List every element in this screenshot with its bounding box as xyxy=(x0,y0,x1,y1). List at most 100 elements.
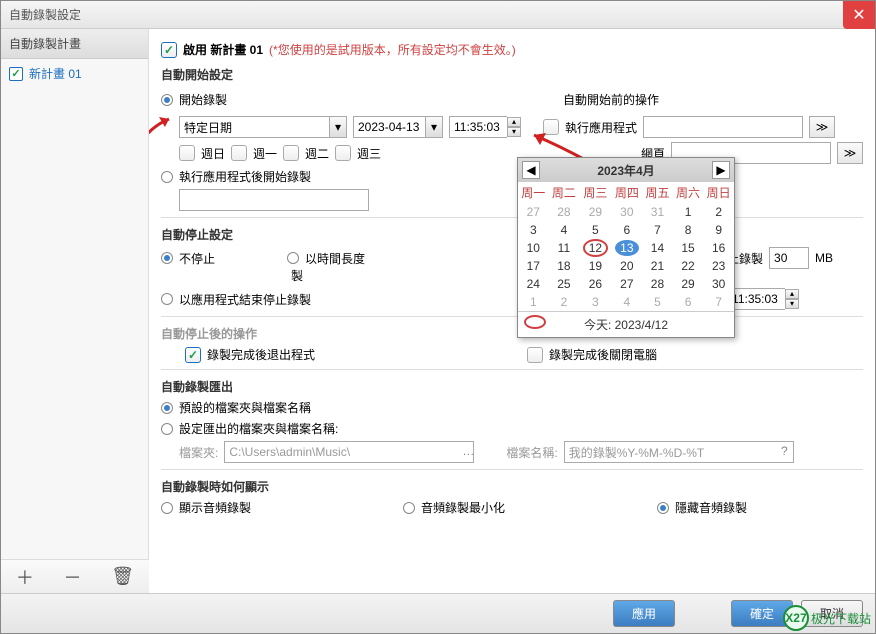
size-input[interactable] xyxy=(769,247,809,269)
cal-day[interactable]: 18 xyxy=(549,257,580,275)
afterstop-title: 自動停止後的操作 xyxy=(161,325,863,342)
cal-day[interactable]: 3 xyxy=(518,221,549,239)
folder-browse[interactable]: … xyxy=(462,444,474,458)
day-wed[interactable] xyxy=(335,145,351,161)
stop-time-combo[interactable]: ▴▾ xyxy=(727,288,799,310)
date-type-input[interactable] xyxy=(179,116,329,138)
delete-plan-button[interactable]: 🗑 xyxy=(111,566,134,587)
cal-day[interactable]: 24 xyxy=(518,275,549,293)
time-spin[interactable]: ▴▾ xyxy=(507,117,521,137)
stop-time-spin[interactable]: ▴▾ xyxy=(785,289,799,309)
date-drop[interactable]: ▾ xyxy=(425,116,443,138)
add-plan-button[interactable]: ＋ xyxy=(16,564,34,590)
ok-button[interactable]: 確定 xyxy=(731,600,793,627)
cal-day[interactable]: 13 xyxy=(612,239,643,257)
never-stop-label: 不停止 xyxy=(179,250,215,267)
cal-day[interactable]: 10 xyxy=(518,239,549,257)
cal-day[interactable]: 1 xyxy=(673,203,704,221)
size-unit: MB xyxy=(815,251,833,265)
custom-path-radio[interactable] xyxy=(161,423,173,435)
cal-day[interactable]: 14 xyxy=(642,239,673,257)
sidebar: 自動錄製計畫 新計畫 01 xyxy=(1,29,149,593)
cal-day[interactable]: 3 xyxy=(579,293,611,311)
by-app-radio[interactable] xyxy=(161,293,173,305)
remove-plan-button[interactable]: － xyxy=(64,564,82,590)
cal-day[interactable]: 19 xyxy=(579,257,611,275)
cal-day[interactable]: 23 xyxy=(703,257,734,275)
time-combo[interactable]: ▴▾ xyxy=(449,116,521,138)
quit-after-checkbox[interactable] xyxy=(185,347,201,363)
cal-day[interactable]: 9 xyxy=(703,221,734,239)
run-app-browse[interactable]: ≫ xyxy=(809,116,835,138)
cal-day[interactable]: 20 xyxy=(612,257,643,275)
cal-day[interactable]: 30 xyxy=(703,275,734,293)
min-radio[interactable] xyxy=(403,502,415,514)
cal-day[interactable]: 25 xyxy=(549,275,580,293)
date-combo[interactable]: ▾ xyxy=(353,116,443,138)
enable-checkbox[interactable] xyxy=(161,42,177,58)
cal-day[interactable]: 6 xyxy=(612,221,643,239)
after-app-radio[interactable] xyxy=(161,171,173,183)
name-help-icon[interactable]: ? xyxy=(781,444,788,458)
never-stop-radio[interactable] xyxy=(161,252,173,264)
show-radio[interactable] xyxy=(161,502,173,514)
shutdown-checkbox[interactable] xyxy=(527,347,543,363)
cal-day[interactable]: 27 xyxy=(612,275,643,293)
open-web-go[interactable]: ≫ xyxy=(837,142,863,164)
cal-day[interactable]: 12 xyxy=(579,239,611,257)
name-input[interactable] xyxy=(564,441,794,463)
calendar-header: ◀ 2023年4月 ▶ xyxy=(518,158,734,182)
close-button[interactable]: ✕ xyxy=(843,1,875,29)
default-path-radio[interactable] xyxy=(161,402,173,414)
time-input[interactable] xyxy=(449,116,507,138)
day-sun[interactable] xyxy=(179,145,195,161)
cal-day[interactable]: 7 xyxy=(642,221,673,239)
cal-day[interactable]: 29 xyxy=(673,275,704,293)
run-app-checkbox[interactable] xyxy=(543,119,559,135)
cal-day[interactable]: 5 xyxy=(579,221,611,239)
cal-day[interactable]: 4 xyxy=(612,293,643,311)
by-dur-radio[interactable] xyxy=(287,252,299,264)
cal-day[interactable]: 5 xyxy=(642,293,673,311)
stop-time-input[interactable] xyxy=(727,288,785,310)
cal-next[interactable]: ▶ xyxy=(712,161,730,179)
cancel-button[interactable]: 取消 xyxy=(801,600,863,627)
cal-day[interactable]: 11 xyxy=(549,239,580,257)
calendar-footer[interactable]: 今天: 2023/4/12 xyxy=(518,311,734,337)
cal-day[interactable]: 6 xyxy=(673,293,704,311)
cal-day[interactable]: 4 xyxy=(549,221,580,239)
cal-day[interactable]: 21 xyxy=(642,257,673,275)
cal-day[interactable]: 27 xyxy=(518,203,549,221)
cal-day[interactable]: 8 xyxy=(673,221,704,239)
day-mon[interactable] xyxy=(231,145,247,161)
start-record-radio[interactable] xyxy=(161,94,173,106)
cal-day[interactable]: 7 xyxy=(703,293,734,311)
date-type-combo[interactable]: ▾ xyxy=(179,116,347,138)
hide-radio[interactable] xyxy=(657,502,669,514)
cal-day[interactable]: 30 xyxy=(612,203,643,221)
cal-day[interactable]: 31 xyxy=(642,203,673,221)
by-app-label: 以應用程式結束停止錄製 xyxy=(179,291,311,308)
date-type-drop[interactable]: ▾ xyxy=(329,116,347,138)
enable-label: 啟用 新計畫 01 xyxy=(183,41,263,58)
today-mark-icon xyxy=(524,315,546,329)
cal-day[interactable]: 22 xyxy=(673,257,704,275)
cal-day[interactable]: 16 xyxy=(703,239,734,257)
cal-day[interactable]: 17 xyxy=(518,257,549,275)
folder-input[interactable] xyxy=(224,441,474,463)
apply-button[interactable]: 應用 xyxy=(613,600,675,627)
day-tue[interactable] xyxy=(283,145,299,161)
cal-day[interactable]: 2 xyxy=(703,203,734,221)
cal-prev[interactable]: ◀ xyxy=(522,161,540,179)
cal-day[interactable]: 1 xyxy=(518,293,549,311)
date-input[interactable] xyxy=(353,116,425,138)
cal-day[interactable]: 28 xyxy=(549,203,580,221)
cal-day[interactable]: 15 xyxy=(673,239,704,257)
after-app-input[interactable] xyxy=(179,189,369,211)
cal-day[interactable]: 28 xyxy=(642,275,673,293)
sidebar-item-plan[interactable]: 新計畫 01 xyxy=(1,59,148,88)
cal-day[interactable]: 2 xyxy=(549,293,580,311)
run-app-input[interactable] xyxy=(643,116,803,138)
cal-day[interactable]: 29 xyxy=(579,203,611,221)
cal-day[interactable]: 26 xyxy=(579,275,611,293)
